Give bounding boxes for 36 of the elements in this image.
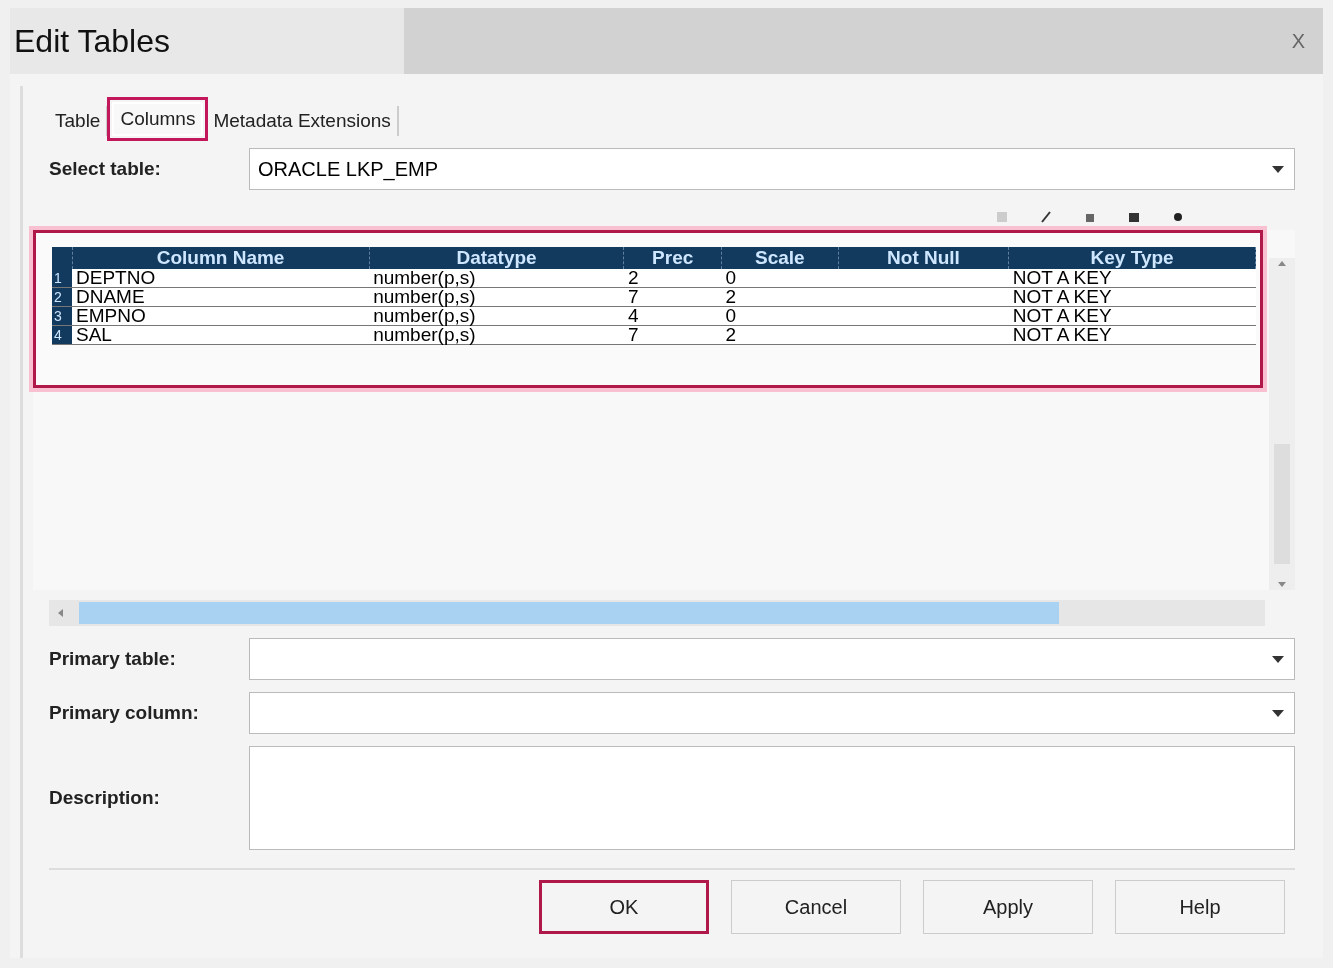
- dialog-button[interactable]: Help: [1115, 880, 1285, 934]
- dropdown-field[interactable]: [249, 692, 1295, 734]
- tab[interactable]: Metadata Extensions: [207, 106, 399, 136]
- table-cell: NOT A KEY: [1008, 269, 1256, 288]
- caret-icon: [1272, 709, 1284, 717]
- field-label: Primary column:: [49, 702, 200, 724]
- vertical-scrollbar[interactable]: [1269, 258, 1295, 590]
- dialog-button[interactable]: OK: [539, 880, 709, 934]
- row-number: 1: [52, 269, 72, 288]
- window-title: Edit Tables: [14, 22, 170, 60]
- column-header[interactable]: Scale: [721, 247, 839, 269]
- field-label: Primary table:: [49, 648, 177, 670]
- caret-icon: [1272, 165, 1284, 173]
- close-button[interactable]: X: [1285, 28, 1311, 54]
- column-header[interactable]: Column Name: [72, 247, 370, 269]
- horizontal-scrollbar[interactable]: [49, 600, 1265, 626]
- field-label: Description:: [49, 787, 161, 809]
- table-cell: 2: [624, 269, 722, 288]
- column-header[interactable]: Datatype: [369, 247, 624, 269]
- dropdown-field[interactable]: [249, 638, 1295, 680]
- table-cell: number(p,s): [369, 287, 624, 307]
- dialog-button[interactable]: Apply: [923, 880, 1093, 934]
- dialog-button[interactable]: Cancel: [731, 880, 901, 934]
- table-cell: number(p,s): [369, 269, 624, 288]
- table-cell: DEPTNO: [72, 269, 370, 288]
- column-header[interactable]: Prec: [624, 247, 722, 269]
- field-label: Select table:: [49, 158, 162, 180]
- column-header[interactable]: Key Type: [1008, 247, 1256, 269]
- scrollbar-thumb[interactable]: [79, 602, 1059, 624]
- table-cell: number(p,s): [369, 306, 624, 326]
- table-cell: number(p,s): [369, 325, 624, 345]
- table-dropdown[interactable]: ORACLE LKP_EMP: [249, 148, 1295, 190]
- caret-icon: [1272, 655, 1284, 663]
- column-header[interactable]: Not Null: [838, 247, 1009, 269]
- description-field[interactable]: [249, 746, 1295, 850]
- table-cell: 0: [721, 269, 839, 288]
